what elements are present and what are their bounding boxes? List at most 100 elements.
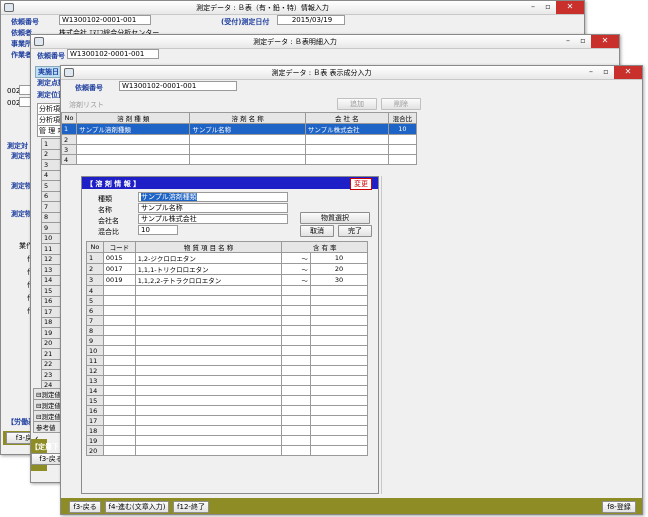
tab-date[interactable]: 実施日 — [35, 66, 62, 78]
table-row[interactable]: 1 サンプル溶剤種類 サンプル名称 サンプル株式会社 10 — [61, 123, 418, 135]
register-button[interactable]: f8-登録 — [602, 501, 636, 513]
table-cell — [102, 295, 136, 306]
ratio-field[interactable]: 10 — [138, 225, 178, 235]
row-number: 1 — [86, 252, 104, 264]
table-cell — [281, 435, 311, 446]
table-cell: 20 — [309, 263, 369, 275]
substance-table[interactable]: No コード物 質 項 目 名 称含 有 率 1 0015 1,2-ジクロロエタン～ 10… — [86, 241, 369, 456]
table-row[interactable]: 19 — [86, 435, 369, 446]
table-cell — [281, 285, 311, 296]
table-cell — [134, 285, 283, 296]
table-row[interactable]: 14 — [86, 385, 369, 396]
table-row[interactable]: 3 — [61, 144, 418, 155]
table-row[interactable]: 2 0017 1,1,1-トリクロロエタン～ 20 — [86, 263, 369, 275]
table-cell — [134, 345, 283, 356]
row-number: 7 — [86, 315, 104, 326]
table-row[interactable]: 13 — [86, 375, 369, 386]
table-row[interactable]: 11 — [86, 355, 369, 366]
done-button[interactable]: 完了 — [338, 225, 372, 237]
table-row[interactable]: 12 — [86, 365, 369, 376]
row-number: 4 — [61, 154, 78, 165]
req-no-field[interactable]: W1300102-0001-001 — [59, 15, 151, 25]
measure-obj-label-3: 測定物 — [11, 210, 32, 218]
table-cell — [281, 305, 311, 316]
cancel-button[interactable]: 取消 — [300, 225, 334, 237]
table-row[interactable]: 4 — [86, 285, 369, 296]
column-header: 会 社 名 — [304, 112, 389, 124]
table-row[interactable]: 6 — [86, 305, 369, 316]
table-row[interactable]: 17 — [86, 415, 369, 426]
minimize-icon[interactable]: – — [584, 66, 598, 79]
solvent-table[interactable]: No 溶 剤 種 類溶 剤 名 称会 社 名混合比 1 サンプル溶剤種類 サンプル名称サ… — [61, 112, 418, 165]
table-row[interactable]: 4 — [61, 154, 418, 165]
measure-date-field[interactable]: 2015/03/19 — [277, 15, 345, 25]
maximize-icon[interactable]: ▫ — [541, 1, 555, 14]
table-row[interactable]: 5 — [86, 295, 369, 306]
table-row[interactable]: 10 — [86, 345, 369, 356]
table-cell — [281, 325, 311, 336]
minimize-icon[interactable]: – — [526, 1, 540, 14]
row-number: 8 — [86, 325, 104, 336]
row-number: 17 — [86, 415, 104, 426]
close-icon[interactable]: ✕ — [556, 1, 584, 14]
measure-date-label: (受付)測定日付 — [221, 18, 270, 26]
back-button[interactable]: f3-戻る — [69, 501, 101, 513]
column-header: No — [86, 241, 104, 253]
title-bar[interactable]: 測定データ : Ｂ表（有・鉛・特）情報入力 – ▫ ✕ — [1, 1, 584, 15]
table-row[interactable]: 1 0015 1,2-ジクロロエタン～ 10 — [86, 252, 369, 264]
table-row[interactable]: 9 — [86, 335, 369, 346]
title-bar[interactable]: 測定データ : Ｂ表明細入力 – ▫ ✕ — [31, 35, 619, 49]
table-cell — [134, 385, 283, 396]
table-row[interactable]: 20 — [86, 445, 369, 456]
column-header: 溶 剤 種 類 — [76, 112, 191, 124]
table-cell — [102, 385, 136, 396]
window-title: 測定データ : Ｂ表明細入力 — [253, 38, 337, 46]
name-field[interactable]: サンプル名称 — [138, 203, 288, 213]
select-substance-button[interactable]: 物質選択 — [300, 212, 370, 224]
table-row[interactable]: 2 — [61, 134, 418, 145]
add-button[interactable]: 追加 — [337, 98, 377, 110]
type-field-value: サンプル溶剤種類 — [141, 193, 197, 201]
delete-button[interactable]: 削除 — [381, 98, 421, 110]
exit-button[interactable]: f12-終了 — [173, 501, 209, 513]
row-number: 2 — [61, 134, 78, 145]
window-b-component: 測定データ : Ｂ表 表示成分入力 – ▫ ✕ 依頼番号 W1300102-00… — [60, 65, 643, 515]
table-cell — [102, 335, 136, 346]
table-cell — [102, 325, 136, 336]
req-no-field[interactable]: W1300102-0001-001 — [119, 81, 237, 91]
row-number: 10 — [86, 345, 104, 356]
row-number: 4 — [86, 285, 104, 296]
window-title: 測定データ : Ｂ表 表示成分入力 — [271, 69, 372, 77]
row-number: 14 — [86, 385, 104, 396]
req-no-field[interactable]: W1300102-0001-001 — [67, 49, 159, 59]
table-row[interactable]: 18 — [86, 425, 369, 436]
table-cell — [309, 365, 369, 376]
table-row[interactable]: 3 0019 1,1,2,2-テトラクロロエタン～ 30 — [86, 274, 369, 286]
table-cell — [281, 385, 311, 396]
table-cell — [309, 305, 369, 316]
table-row[interactable]: 15 — [86, 395, 369, 406]
table-cell — [134, 335, 283, 346]
title-bar[interactable]: 測定データ : Ｂ表 表示成分入力 – ▫ ✕ — [61, 66, 642, 80]
column-header: 含 有 率 — [281, 241, 368, 253]
company-field[interactable]: サンプル株式会社 — [138, 214, 288, 224]
column-header: No — [61, 112, 78, 124]
minimize-icon[interactable]: – — [561, 35, 575, 48]
table-cell — [189, 134, 306, 145]
table-cell — [309, 425, 369, 436]
maximize-icon[interactable]: ▫ — [599, 66, 613, 79]
table-row[interactable]: 16 — [86, 405, 369, 416]
table-cell — [387, 154, 418, 165]
table-row[interactable]: 7 — [86, 315, 369, 326]
close-icon[interactable]: ✕ — [614, 66, 642, 79]
next-button[interactable]: f4-進む(文章入力) — [105, 501, 169, 513]
table-cell — [387, 144, 418, 155]
table-cell — [102, 355, 136, 366]
type-field[interactable]: サンプル溶剤種類 — [138, 192, 288, 202]
table-row[interactable]: 8 — [86, 325, 369, 336]
row-number: 3 — [86, 274, 104, 286]
maximize-icon[interactable]: ▫ — [576, 35, 590, 48]
table-cell: 1,2-ジクロロエタン — [134, 252, 283, 264]
solvent-list-label: 溶剤リスト — [69, 101, 104, 109]
close-icon[interactable]: ✕ — [591, 35, 619, 48]
